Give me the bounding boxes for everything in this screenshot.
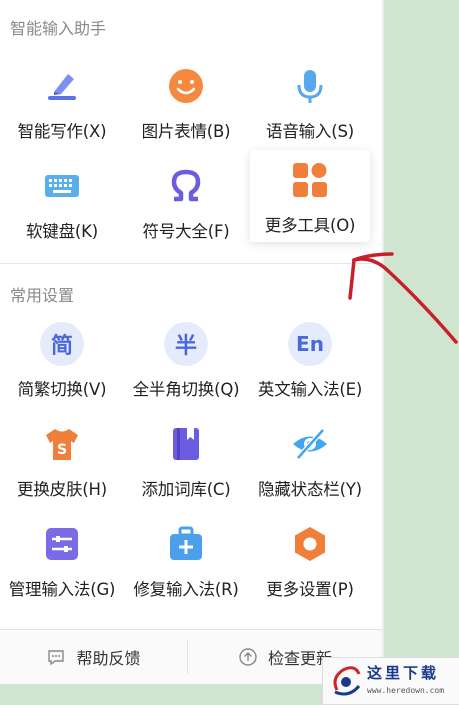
settings-hexagon-icon	[288, 522, 332, 566]
repair-toolbox-icon	[164, 522, 208, 566]
add-dictionary-label: 添加词库(C)	[141, 480, 231, 499]
symbols-button[interactable]: 符号大全(F)	[124, 158, 248, 254]
more-tools-label: 更多工具(O)	[264, 216, 356, 235]
simplified-traditional-icon: 简	[40, 322, 84, 366]
annotation-arrow-icon	[348, 252, 458, 344]
watermark-url: www.heredown.com	[367, 686, 445, 695]
change-skin-button[interactable]: S 更换皮肤(H)	[0, 416, 124, 512]
svg-text:S: S	[57, 442, 67, 458]
hide-status-bar-button[interactable]: 隐藏状态栏(Y)	[248, 416, 372, 512]
image-emoji-label: 图片表情(B)	[141, 122, 231, 141]
pen-write-icon	[40, 64, 84, 108]
image-emoji-button[interactable]: 图片表情(B)	[124, 58, 248, 154]
manage-input-label: 管理输入法(G)	[8, 580, 116, 599]
english-input-label: 英文输入法(E)	[257, 380, 363, 399]
english-input-icon: En	[288, 322, 332, 366]
full-half-width-button[interactable]: 半 全半角切换(Q)	[124, 316, 248, 412]
site-watermark: 这里下载 www.heredown.com	[322, 657, 459, 705]
change-skin-label: 更换皮肤(H)	[17, 480, 107, 499]
microphone-icon	[288, 64, 332, 108]
smiley-face-icon	[164, 64, 208, 108]
more-settings-label: 更多设置(P)	[266, 580, 354, 599]
soft-keyboard-button[interactable]: 软键盘(K)	[0, 158, 124, 254]
watermark-text: 这里下载	[367, 664, 440, 682]
simplified-traditional-button[interactable]: 简 简繁切换(V)	[0, 316, 124, 412]
smart-writing-button[interactable]: 智能写作(X)	[0, 58, 124, 154]
repair-input-label: 修复输入法(R)	[133, 580, 239, 599]
help-feedback-button[interactable]: 帮助反馈	[0, 630, 187, 684]
section-title-smart: 智能输入助手	[10, 19, 107, 38]
voice-input-button[interactable]: 语音输入(S)	[248, 58, 372, 154]
upload-arrow-icon	[238, 647, 258, 667]
ime-menu-panel: 智能输入助手 智能写作(X) 图片表情(B) 语音输入(S) 软键盘(K) 符号…	[0, 0, 382, 684]
section-divider	[0, 263, 382, 264]
omega-symbol-icon	[164, 164, 208, 208]
chat-bubble-icon	[46, 647, 66, 667]
manage-sliders-icon	[40, 522, 84, 566]
symbols-label: 符号大全(F)	[142, 222, 230, 241]
hidden-eye-icon	[288, 422, 332, 466]
repair-input-button[interactable]: 修复输入法(R)	[124, 516, 248, 612]
more-tools-button[interactable]: 更多工具(O)	[250, 150, 370, 242]
dictionary-book-icon	[164, 422, 208, 466]
help-feedback-label: 帮助反馈	[76, 649, 141, 668]
soft-keyboard-label: 软键盘(K)	[26, 222, 98, 241]
simplified-traditional-label: 简繁切换(V)	[17, 380, 107, 399]
voice-input-label: 语音输入(S)	[266, 122, 354, 141]
more-settings-button[interactable]: 更多设置(P)	[248, 516, 372, 612]
hide-status-bar-label: 隐藏状态栏(Y)	[258, 480, 362, 499]
half-width-icon: 半	[164, 322, 208, 366]
tools-grid-icon	[288, 158, 332, 202]
keyboard-icon	[40, 164, 84, 208]
site-logo-icon	[333, 666, 361, 696]
full-half-width-label: 全半角切换(Q)	[132, 380, 240, 399]
smart-writing-label: 智能写作(X)	[17, 122, 107, 141]
section-title-common: 常用设置	[10, 286, 75, 305]
manage-input-button[interactable]: 管理输入法(G)	[0, 516, 124, 612]
add-dictionary-button[interactable]: 添加词库(C)	[124, 416, 248, 512]
skin-shirt-icon: S	[40, 422, 84, 466]
